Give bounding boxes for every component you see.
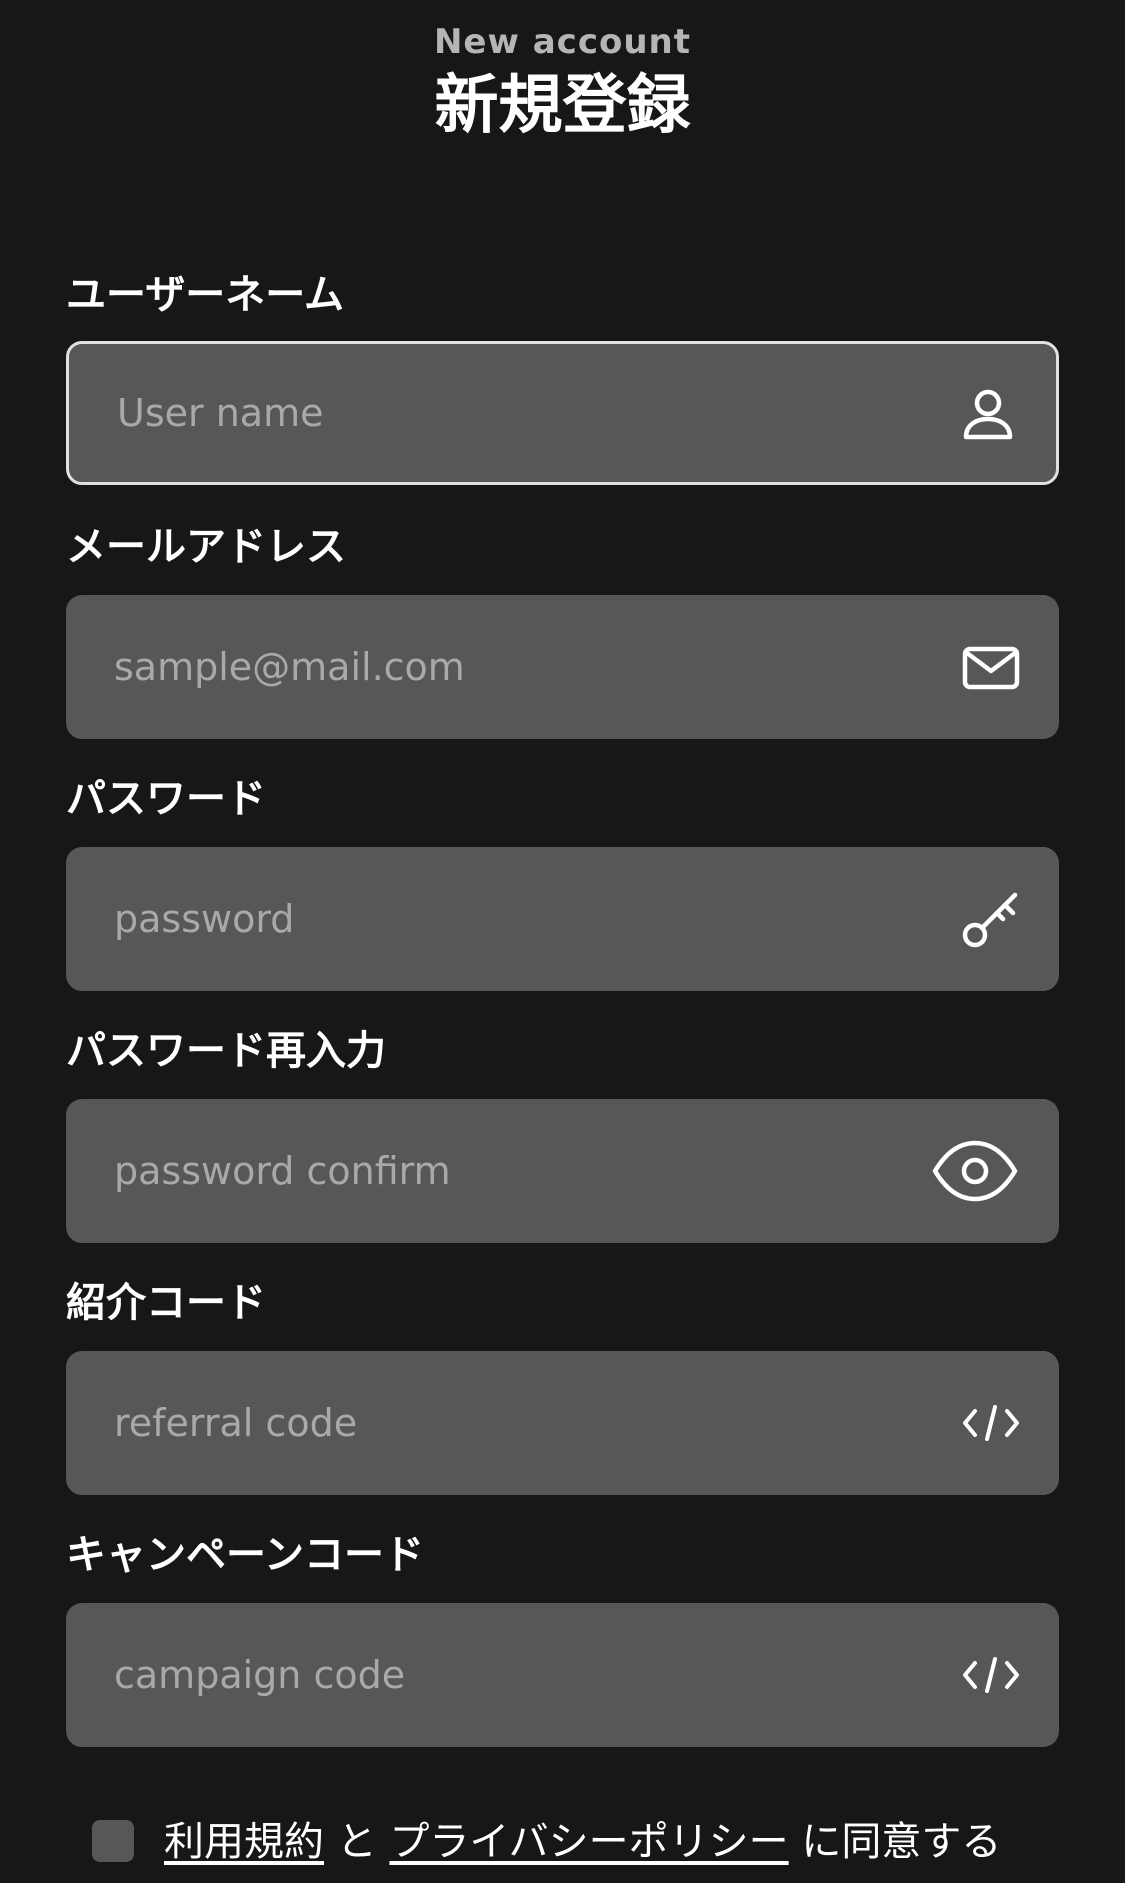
campaign-code-input[interactable] [66,1603,906,1747]
username-field[interactable] [66,341,1059,485]
eye-icon[interactable] [931,1139,1019,1203]
referral-code-input[interactable] [66,1351,906,1495]
agreement-suffix: に同意する [801,1819,1002,1865]
code-icon [959,1391,1023,1455]
password-field[interactable] [66,847,1059,991]
username-label: ユーザーネーム [66,272,344,318]
agreement-text: 利用規約 と プライバシーポリシー に同意する [164,1814,1001,1870]
code-icon [959,1643,1023,1707]
password-input[interactable] [66,847,906,991]
mail-icon [959,635,1023,699]
email-input[interactable] [66,595,906,739]
user-icon [956,381,1020,445]
password-label: パスワード [66,776,266,822]
campaign-code-field[interactable] [66,1603,1059,1747]
privacy-policy-link[interactable]: プライバシーポリシー [389,1819,788,1865]
campaign-code-label: キャンペーンコード [66,1532,424,1578]
email-label: メールアドレス [66,524,346,570]
password-confirm-input[interactable] [66,1099,906,1243]
agreement-connector: と [336,1819,377,1865]
email-field[interactable] [66,595,1059,739]
key-icon [959,887,1023,951]
password-confirm-field[interactable] [66,1099,1059,1243]
referral-code-field[interactable] [66,1351,1059,1495]
username-input[interactable] [69,344,909,482]
page-subtitle: New account [433,22,692,62]
agree-checkbox[interactable] [92,1820,134,1862]
page-title: 新規登録 [434,69,691,143]
referral-code-label: 紹介コード [66,1280,266,1326]
password-confirm-label: パスワード再入力 [66,1028,386,1074]
terms-link[interactable]: 利用規約 [164,1819,324,1865]
agreement-row: 利用規約 と プライバシーポリシー に同意する [92,1814,1082,1874]
